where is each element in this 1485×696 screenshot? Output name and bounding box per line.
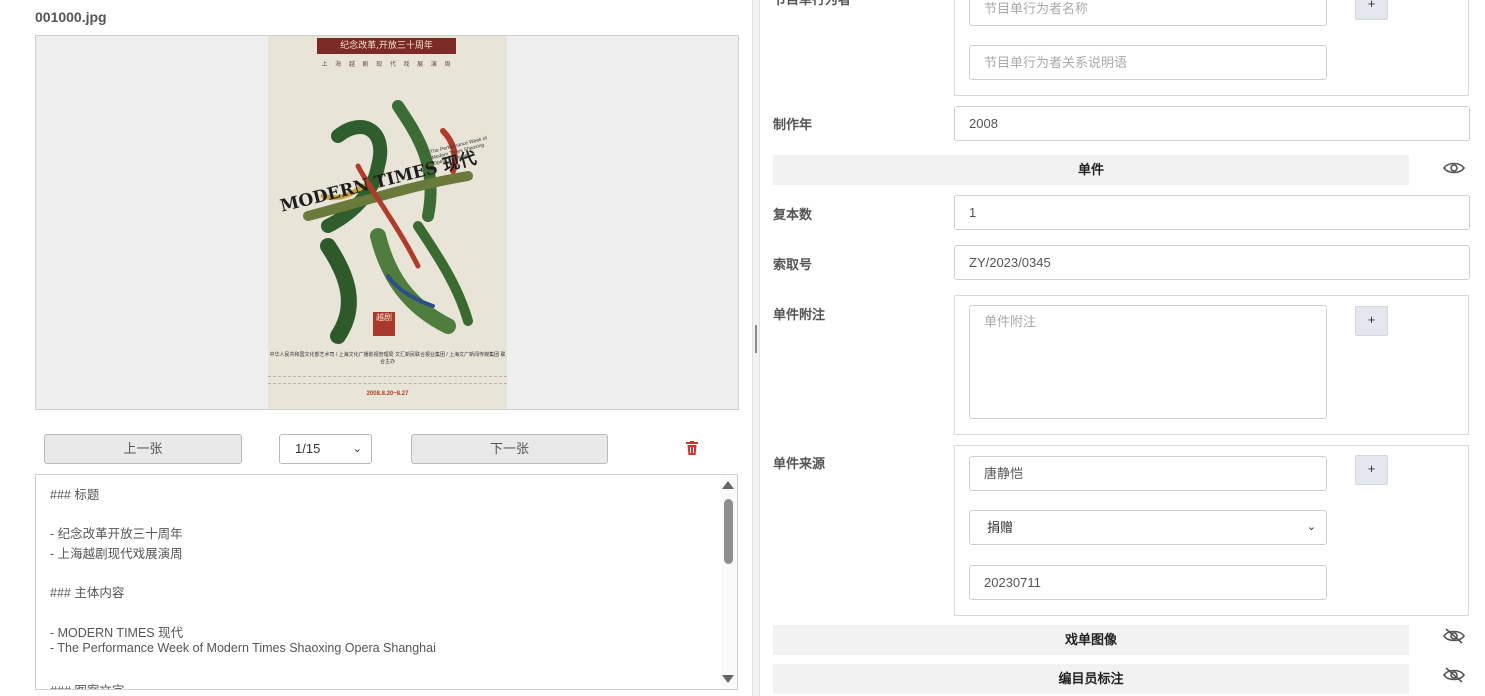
year-input[interactable]: 2008 <box>954 106 1470 141</box>
source-method-value: 捐赠 <box>987 520 1014 535</box>
performer-relation-input[interactable]: 节目单行为者关系说明语 <box>969 45 1327 80</box>
poster-decorative-border <box>268 376 507 384</box>
source-label: 单件来源 <box>773 456 826 471</box>
performer-group: 节目单行为者名称 + 节目单行为者关系说明语 <box>954 0 1469 96</box>
image-viewer-pane: 001000.jpg 纪念改革,开放三十周年 上 海 越 剧 现 代 戏 展 演… <box>0 0 752 696</box>
performer-label: 节目单行为者 <box>773 0 851 8</box>
section-item-header[interactable]: 单件 <box>773 155 1409 185</box>
poster-subtitle: 上 海 越 剧 现 代 戏 展 演 周 <box>321 62 454 68</box>
source-date-input[interactable]: 20230711 <box>969 565 1327 600</box>
prev-image-button[interactable]: 上一张 <box>44 434 242 464</box>
md-line: - The Performance Week of Modern Times S… <box>50 641 436 655</box>
note-textarea[interactable]: 单件附注 <box>969 305 1327 419</box>
md-line: - 上海越剧现代戏展演周 <box>50 547 183 561</box>
source-group: 唐静恺 + 捐赠 ⌄ 20230711 <box>954 445 1469 616</box>
splitter-grip[interactable] <box>755 325 757 353</box>
chevron-down-icon: ⌄ <box>1306 521 1316 533</box>
copies-input[interactable]: 1 <box>954 195 1470 230</box>
add-note-button[interactable]: + <box>1355 306 1388 336</box>
trash-icon[interactable] <box>686 441 698 455</box>
callno-input[interactable]: ZY/2023/0345 <box>954 245 1470 280</box>
section-images-header[interactable]: 戏单图像 <box>773 625 1409 655</box>
md-line: ### 主体内容 <box>50 586 125 600</box>
md-line: - 纪念改革开放三十周年 <box>50 527 183 541</box>
chevron-down-icon: ⌄ <box>352 443 362 455</box>
scroll-down-icon[interactable] <box>722 675 734 683</box>
image-preview: 纪念改革,开放三十周年 上 海 越 剧 现 代 戏 展 演 周 MODERN T… <box>35 35 739 410</box>
callno-label: 索取号 <box>773 257 813 272</box>
source-person-input[interactable]: 唐静恺 <box>969 456 1327 491</box>
poster-banner: 纪念改革,开放三十周年 <box>317 38 456 54</box>
md-line: ### 图案文字 <box>50 680 124 689</box>
poster-dates: 2008.8.20~8.27 <box>366 391 409 397</box>
image-filename: 001000.jpg <box>35 9 107 25</box>
performer-name-input[interactable]: 节目单行为者名称 <box>969 0 1327 26</box>
note-label: 单件附注 <box>773 307 826 322</box>
copies-label: 复本数 <box>773 207 813 222</box>
playbill-image: 纪念改革,开放三十周年 上 海 越 剧 现 代 戏 展 演 周 MODERN T… <box>268 36 507 409</box>
md-line: ### 标题 <box>50 488 100 502</box>
page-select-value: 1/15 <box>295 441 321 456</box>
add-performer-button[interactable]: + <box>1355 0 1388 20</box>
add-source-button[interactable]: + <box>1355 455 1388 485</box>
eye-off-icon[interactable] <box>1443 667 1465 683</box>
poster-seal: 越剧 <box>373 312 395 336</box>
note-group: 单件附注 + <box>954 295 1469 435</box>
source-method-select[interactable]: 捐赠 ⌄ <box>969 510 1327 545</box>
section-cataloger-header[interactable]: 编目员标注 <box>773 664 1409 694</box>
ocr-markdown-textarea[interactable]: ### 标题 - 纪念改革开放三十周年 - 上海越剧现代戏展演周 ### 主体内… <box>35 474 738 690</box>
pane-splitter[interactable] <box>752 0 760 696</box>
eye-off-icon[interactable] <box>1443 628 1465 644</box>
next-image-button[interactable]: 下一张 <box>411 434 608 464</box>
textarea-scrollbar[interactable] <box>721 475 737 689</box>
poster-organizers: 中华人民共和国文化部艺术司 / 上海文化广播影视管理局 文汇新民联合报业集团 /… <box>269 352 506 365</box>
eye-icon[interactable] <box>1443 160 1465 176</box>
md-line: - MODERN TIMES 现代 <box>50 626 184 640</box>
scrollbar-thumb[interactable] <box>724 499 733 564</box>
page-select[interactable]: 1/15 ⌄ <box>279 434 372 464</box>
metadata-form-pane: 节目单行为者 节目单行为者名称 + 节目单行为者关系说明语 制作年 2008 单… <box>760 0 1485 696</box>
year-label: 制作年 <box>773 117 813 132</box>
scroll-up-icon[interactable] <box>722 481 734 489</box>
